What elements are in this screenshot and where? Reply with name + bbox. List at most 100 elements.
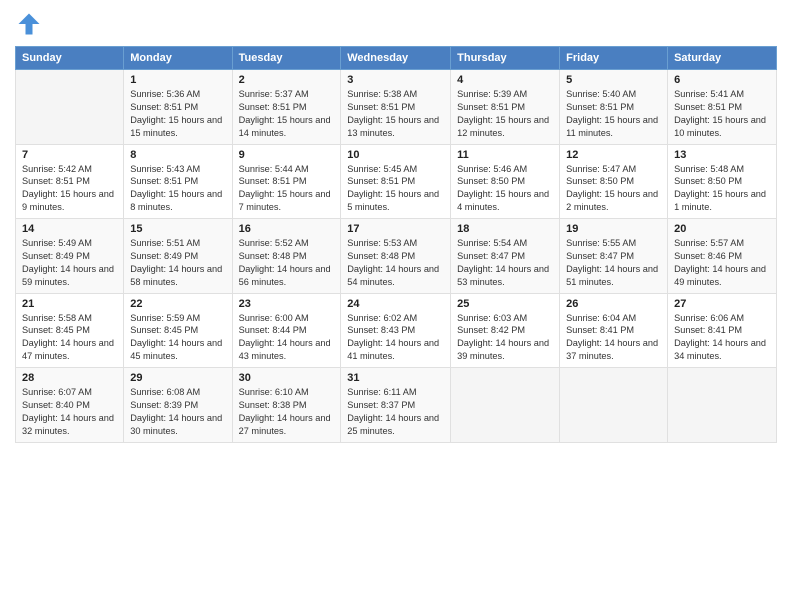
day-info: Sunrise: 5:41 AMSunset: 8:51 PMDaylight:…: [674, 88, 770, 140]
day-cell: 18 Sunrise: 5:54 AMSunset: 8:47 PMDaylig…: [451, 219, 560, 294]
day-number: 21: [22, 298, 117, 310]
day-cell: 24 Sunrise: 6:02 AMSunset: 8:43 PMDaylig…: [341, 293, 451, 368]
logo-icon: [15, 10, 43, 38]
day-number: 24: [347, 298, 444, 310]
header-row: SundayMondayTuesdayWednesdayThursdayFrid…: [16, 47, 777, 70]
col-header-saturday: Saturday: [668, 47, 777, 70]
day-info: Sunrise: 6:04 AMSunset: 8:41 PMDaylight:…: [566, 312, 661, 364]
day-number: 28: [22, 372, 117, 384]
day-cell: 12 Sunrise: 5:47 AMSunset: 8:50 PMDaylig…: [560, 144, 668, 219]
day-info: Sunrise: 6:11 AMSunset: 8:37 PMDaylight:…: [347, 386, 444, 438]
day-info: Sunrise: 5:45 AMSunset: 8:51 PMDaylight:…: [347, 163, 444, 215]
day-cell: 9 Sunrise: 5:44 AMSunset: 8:51 PMDayligh…: [232, 144, 341, 219]
day-info: Sunrise: 5:49 AMSunset: 8:49 PMDaylight:…: [22, 237, 117, 289]
day-info: Sunrise: 6:03 AMSunset: 8:42 PMDaylight:…: [457, 312, 553, 364]
day-info: Sunrise: 5:42 AMSunset: 8:51 PMDaylight:…: [22, 163, 117, 215]
day-info: Sunrise: 5:53 AMSunset: 8:48 PMDaylight:…: [347, 237, 444, 289]
header: [15, 10, 777, 38]
day-cell: 13 Sunrise: 5:48 AMSunset: 8:50 PMDaylig…: [668, 144, 777, 219]
day-info: Sunrise: 5:37 AMSunset: 8:51 PMDaylight:…: [239, 88, 335, 140]
day-info: Sunrise: 5:43 AMSunset: 8:51 PMDaylight:…: [130, 163, 225, 215]
day-cell: 14 Sunrise: 5:49 AMSunset: 8:49 PMDaylig…: [16, 219, 124, 294]
col-header-wednesday: Wednesday: [341, 47, 451, 70]
day-info: Sunrise: 5:46 AMSunset: 8:50 PMDaylight:…: [457, 163, 553, 215]
day-cell: 10 Sunrise: 5:45 AMSunset: 8:51 PMDaylig…: [341, 144, 451, 219]
day-cell: 23 Sunrise: 6:00 AMSunset: 8:44 PMDaylig…: [232, 293, 341, 368]
day-number: 30: [239, 372, 335, 384]
day-info: Sunrise: 6:00 AMSunset: 8:44 PMDaylight:…: [239, 312, 335, 364]
day-info: Sunrise: 5:52 AMSunset: 8:48 PMDaylight:…: [239, 237, 335, 289]
day-cell: 20 Sunrise: 5:57 AMSunset: 8:46 PMDaylig…: [668, 219, 777, 294]
day-cell: 25 Sunrise: 6:03 AMSunset: 8:42 PMDaylig…: [451, 293, 560, 368]
day-cell: [451, 368, 560, 443]
week-row-3: 14 Sunrise: 5:49 AMSunset: 8:49 PMDaylig…: [16, 219, 777, 294]
day-info: Sunrise: 6:06 AMSunset: 8:41 PMDaylight:…: [674, 312, 770, 364]
day-number: 14: [22, 223, 117, 235]
day-info: Sunrise: 5:59 AMSunset: 8:45 PMDaylight:…: [130, 312, 225, 364]
day-info: Sunrise: 5:38 AMSunset: 8:51 PMDaylight:…: [347, 88, 444, 140]
day-number: 4: [457, 74, 553, 86]
day-info: Sunrise: 5:51 AMSunset: 8:49 PMDaylight:…: [130, 237, 225, 289]
day-number: 10: [347, 149, 444, 161]
day-number: 16: [239, 223, 335, 235]
page: SundayMondayTuesdayWednesdayThursdayFrid…: [0, 0, 792, 612]
day-number: 18: [457, 223, 553, 235]
day-cell: 27 Sunrise: 6:06 AMSunset: 8:41 PMDaylig…: [668, 293, 777, 368]
day-cell: 1 Sunrise: 5:36 AMSunset: 8:51 PMDayligh…: [124, 70, 232, 145]
day-info: Sunrise: 5:48 AMSunset: 8:50 PMDaylight:…: [674, 163, 770, 215]
col-header-monday: Monday: [124, 47, 232, 70]
week-row-4: 21 Sunrise: 5:58 AMSunset: 8:45 PMDaylig…: [16, 293, 777, 368]
day-number: 5: [566, 74, 661, 86]
day-cell: [668, 368, 777, 443]
day-info: Sunrise: 5:40 AMSunset: 8:51 PMDaylight:…: [566, 88, 661, 140]
day-cell: 16 Sunrise: 5:52 AMSunset: 8:48 PMDaylig…: [232, 219, 341, 294]
week-row-1: 1 Sunrise: 5:36 AMSunset: 8:51 PMDayligh…: [16, 70, 777, 145]
logo: [15, 10, 47, 38]
day-number: 17: [347, 223, 444, 235]
calendar-table: SundayMondayTuesdayWednesdayThursdayFrid…: [15, 46, 777, 443]
day-cell: 8 Sunrise: 5:43 AMSunset: 8:51 PMDayligh…: [124, 144, 232, 219]
day-cell: 2 Sunrise: 5:37 AMSunset: 8:51 PMDayligh…: [232, 70, 341, 145]
day-number: 1: [130, 74, 225, 86]
day-cell: 31 Sunrise: 6:11 AMSunset: 8:37 PMDaylig…: [341, 368, 451, 443]
day-number: 19: [566, 223, 661, 235]
col-header-tuesday: Tuesday: [232, 47, 341, 70]
day-info: Sunrise: 5:39 AMSunset: 8:51 PMDaylight:…: [457, 88, 553, 140]
day-info: Sunrise: 5:54 AMSunset: 8:47 PMDaylight:…: [457, 237, 553, 289]
day-cell: 29 Sunrise: 6:08 AMSunset: 8:39 PMDaylig…: [124, 368, 232, 443]
day-number: 23: [239, 298, 335, 310]
week-row-2: 7 Sunrise: 5:42 AMSunset: 8:51 PMDayligh…: [16, 144, 777, 219]
col-header-friday: Friday: [560, 47, 668, 70]
day-info: Sunrise: 5:58 AMSunset: 8:45 PMDaylight:…: [22, 312, 117, 364]
day-info: Sunrise: 5:57 AMSunset: 8:46 PMDaylight:…: [674, 237, 770, 289]
day-info: Sunrise: 5:55 AMSunset: 8:47 PMDaylight:…: [566, 237, 661, 289]
day-cell: 30 Sunrise: 6:10 AMSunset: 8:38 PMDaylig…: [232, 368, 341, 443]
day-number: 13: [674, 149, 770, 161]
day-number: 3: [347, 74, 444, 86]
day-cell: [560, 368, 668, 443]
day-cell: 21 Sunrise: 5:58 AMSunset: 8:45 PMDaylig…: [16, 293, 124, 368]
day-cell: 17 Sunrise: 5:53 AMSunset: 8:48 PMDaylig…: [341, 219, 451, 294]
week-row-5: 28 Sunrise: 6:07 AMSunset: 8:40 PMDaylig…: [16, 368, 777, 443]
day-info: Sunrise: 6:02 AMSunset: 8:43 PMDaylight:…: [347, 312, 444, 364]
day-info: Sunrise: 6:07 AMSunset: 8:40 PMDaylight:…: [22, 386, 117, 438]
day-cell: 6 Sunrise: 5:41 AMSunset: 8:51 PMDayligh…: [668, 70, 777, 145]
day-number: 12: [566, 149, 661, 161]
day-number: 31: [347, 372, 444, 384]
day-number: 2: [239, 74, 335, 86]
day-info: Sunrise: 5:47 AMSunset: 8:50 PMDaylight:…: [566, 163, 661, 215]
day-number: 15: [130, 223, 225, 235]
day-number: 22: [130, 298, 225, 310]
day-cell: 11 Sunrise: 5:46 AMSunset: 8:50 PMDaylig…: [451, 144, 560, 219]
day-cell: 28 Sunrise: 6:07 AMSunset: 8:40 PMDaylig…: [16, 368, 124, 443]
day-number: 27: [674, 298, 770, 310]
day-cell: 19 Sunrise: 5:55 AMSunset: 8:47 PMDaylig…: [560, 219, 668, 294]
day-number: 8: [130, 149, 225, 161]
day-cell: 7 Sunrise: 5:42 AMSunset: 8:51 PMDayligh…: [16, 144, 124, 219]
col-header-thursday: Thursday: [451, 47, 560, 70]
day-cell: [16, 70, 124, 145]
col-header-sunday: Sunday: [16, 47, 124, 70]
day-cell: 22 Sunrise: 5:59 AMSunset: 8:45 PMDaylig…: [124, 293, 232, 368]
day-number: 9: [239, 149, 335, 161]
day-info: Sunrise: 5:36 AMSunset: 8:51 PMDaylight:…: [130, 88, 225, 140]
